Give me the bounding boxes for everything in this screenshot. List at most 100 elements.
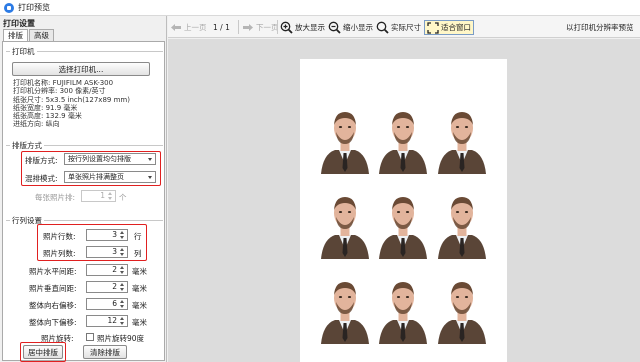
prev-page-button[interactable]: 上一页	[170, 20, 207, 35]
center-layout-button[interactable]: 居中排版	[23, 345, 63, 359]
fit-window-icon	[427, 21, 439, 34]
vgap-label: 照片垂直间距:	[29, 284, 77, 293]
rows-unit: 行	[134, 232, 142, 241]
print-page	[300, 59, 507, 362]
photo-thumbnail	[434, 183, 490, 259]
zoom-in-icon	[280, 21, 293, 34]
rows-label: 照片行数:	[43, 232, 76, 241]
photo-thumbnail	[317, 98, 373, 174]
chevron-down-icon	[148, 176, 152, 179]
page-indicator: 1 / 1	[213, 23, 230, 32]
zoom-out-icon	[328, 21, 341, 34]
stepper-arrows-icon	[119, 248, 126, 256]
offset-down-stepper[interactable]: 12	[86, 315, 128, 327]
layout-group-title: 排版方式	[10, 140, 44, 151]
next-page-label: 下一页	[256, 23, 279, 32]
resolution-preview-note[interactable]: 以打印机分辨率预览	[566, 20, 634, 35]
vgap-stepper[interactable]: 2	[86, 281, 128, 293]
zoom-out-label: 缩小显示	[343, 23, 373, 32]
title-bar: 打印预览	[0, 0, 640, 16]
fit-window-label: 适合窗口	[441, 23, 471, 32]
per-photo-value: 1	[100, 191, 105, 200]
tab-content: 打印机 选择打印机... 打印机名称: FUJIFILM ASK-300 打印机…	[2, 41, 165, 362]
next-page-button[interactable]: 下一页	[242, 20, 279, 35]
mix-mode-select[interactable]: 单张照片排满整页	[64, 171, 156, 183]
hgap-label: 照片水平间距:	[29, 267, 77, 276]
offset-right-stepper[interactable]: 6	[86, 298, 128, 310]
offset-down-label: 整体向下偏移:	[29, 318, 77, 327]
layout-mode-label: 排版方式:	[25, 156, 58, 165]
cols-value: 3	[112, 247, 117, 256]
window-title: 打印预览	[18, 3, 50, 12]
app-icon	[4, 2, 14, 13]
photo-thumbnail	[434, 268, 490, 344]
stepper-arrows-icon	[107, 192, 114, 200]
hgap-value: 2	[112, 265, 117, 274]
per-photo-label: 每张照片排:	[35, 193, 76, 202]
panel-header: 打印设置	[3, 19, 35, 28]
hgap-unit: 毫米	[132, 267, 147, 276]
paper-width: 纸张宽度: 91.9 毫米	[13, 103, 78, 112]
clear-layout-button[interactable]: 清除排版	[83, 345, 127, 359]
photo-thumbnail	[375, 268, 431, 344]
offset-right-unit: 毫米	[132, 301, 147, 310]
zoom-out-button[interactable]: 缩小显示	[328, 20, 373, 35]
layout-mode-select[interactable]: 按行列设置均匀排版	[64, 153, 156, 165]
cols-unit: 列	[134, 249, 142, 258]
toolbar-divider	[238, 20, 239, 34]
stepper-arrows-icon	[119, 283, 126, 291]
arrow-left-icon	[171, 24, 181, 31]
printer-resolution: 打印机分辨率: 300 像素/英寸	[13, 87, 106, 96]
printer-group-title: 打印机	[10, 46, 37, 57]
offset-down-unit: 毫米	[132, 318, 147, 327]
per-photo-stepper[interactable]: 1	[81, 190, 116, 202]
settings-tabs: 排版 高级	[3, 29, 55, 41]
offset-right-label: 整体向右偏移:	[29, 301, 77, 310]
actual-size-button[interactable]: 实际尺寸	[376, 20, 421, 35]
select-printer-button[interactable]: 选择打印机...	[12, 62, 150, 76]
layout-group: 排版方式	[6, 140, 163, 151]
vgap-unit: 毫米	[132, 284, 147, 293]
photo-thumbnail	[317, 268, 373, 344]
mix-mode-value: 单张照片排满整页	[68, 173, 124, 181]
rotate-checkbox[interactable]	[86, 333, 94, 341]
feed-direction: 进纸方向: 纵向	[13, 120, 60, 129]
fit-window-button[interactable]: 适合窗口	[424, 20, 474, 35]
vgap-value: 2	[112, 282, 117, 291]
layout-mode-value: 按行列设置均匀排版	[68, 155, 131, 163]
paper-size: 纸张尺寸: 5x3.5 inch(127x89 mm)	[13, 95, 130, 104]
stepper-arrows-icon	[119, 317, 126, 325]
offset-right-value: 6	[112, 299, 117, 308]
actual-size-label: 实际尺寸	[391, 23, 421, 32]
stepper-arrows-icon	[119, 300, 126, 308]
toolbar-divider	[277, 20, 278, 34]
settings-panel: 打印设置 排版 高级 打印机 选择打印机... 打印机名称: FUJIFILM …	[0, 16, 167, 362]
tab-advanced[interactable]: 高级	[29, 29, 54, 41]
photo-thumbnail	[375, 183, 431, 259]
stepper-arrows-icon	[119, 266, 126, 274]
arrow-right-icon	[243, 24, 253, 31]
offset-down-value: 12	[107, 316, 117, 325]
cols-label: 照片列数:	[43, 249, 76, 258]
photo-thumbnail	[375, 98, 431, 174]
zoom-in-button[interactable]: 放大显示	[280, 20, 325, 35]
per-photo-unit: 个	[119, 193, 127, 202]
hgap-stepper[interactable]: 2	[86, 264, 128, 276]
printer-info: 打印机名称: FUJIFILM ASK-300 打印机分辨率: 300 像素/英…	[13, 79, 130, 129]
stepper-arrows-icon	[119, 231, 126, 239]
cols-stepper[interactable]: 3	[86, 246, 128, 258]
photo-thumbnail	[317, 183, 373, 259]
magnifier-icon	[376, 21, 389, 34]
grid-group: 行列设置	[6, 215, 163, 226]
prev-page-label: 上一页	[184, 23, 207, 32]
preview-area	[168, 39, 640, 362]
tab-layout[interactable]: 排版	[3, 29, 28, 41]
rows-stepper[interactable]: 3	[86, 229, 128, 241]
mix-mode-label: 混排模式:	[25, 174, 58, 183]
rows-value: 3	[112, 230, 117, 239]
photo-thumbnail	[434, 98, 490, 174]
rotate-checkbox-label[interactable]: 照片旋转90度	[97, 333, 144, 344]
zoom-in-label: 放大显示	[295, 23, 325, 32]
chevron-down-icon	[148, 158, 152, 161]
preview-toolbar: 上一页 1 / 1 下一页 放大显示 缩小显示 实际尺寸 适合窗口 以打印机分辨…	[168, 16, 640, 38]
